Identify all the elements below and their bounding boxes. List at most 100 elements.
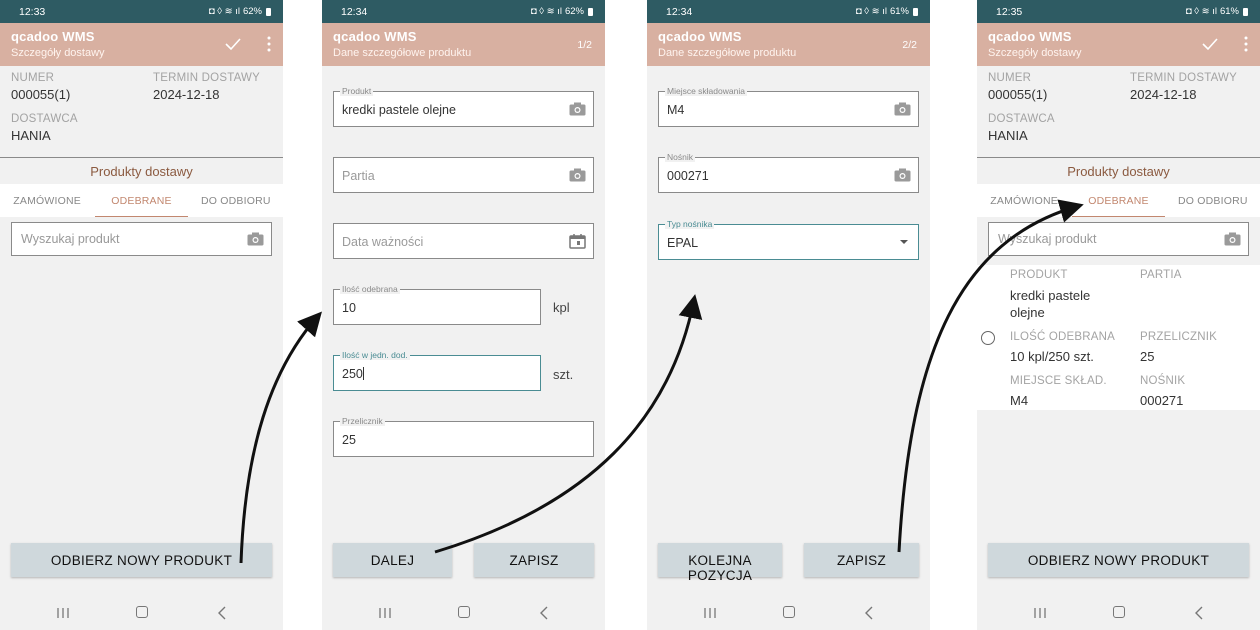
- home-icon[interactable]: [1112, 606, 1125, 618]
- camera-icon[interactable]: [894, 168, 911, 182]
- camera-icon[interactable]: [569, 102, 586, 116]
- search-input[interactable]: Wyszukaj produkt: [11, 222, 272, 256]
- back-icon[interactable]: [217, 606, 227, 620]
- tab-odebrane[interactable]: ODEBRANE: [94, 184, 188, 217]
- ilosc-unit: kpl: [553, 300, 570, 315]
- check-icon[interactable]: [224, 35, 242, 53]
- phone-screen-delivery-details: 12:33 ◘ ◊ ≋ ıl 62% qcadoo WMS Szczegóły …: [0, 0, 283, 630]
- save-button[interactable]: ZAPISZ: [804, 543, 919, 577]
- search-input[interactable]: Wyszukaj produkt: [988, 222, 1249, 256]
- back-icon[interactable]: [1194, 606, 1204, 620]
- typ-nosnika-value: EPAL: [667, 236, 699, 250]
- app-title: qcadoo WMS: [333, 29, 417, 44]
- more-vert-icon[interactable]: [1244, 36, 1248, 52]
- save-button[interactable]: ZAPISZ: [474, 543, 594, 577]
- tab-odebrane[interactable]: ODEBRANE: [1071, 184, 1165, 217]
- data-waznosci-placeholder: Data ważności: [342, 235, 424, 249]
- phone-screen-product-details-1: 12:34 ◘ ◊ ≋ ıl 62% qcadoo WMS Dane szcze…: [322, 0, 605, 630]
- miejsce-skladowania-value: M4: [667, 103, 685, 117]
- dropdown-arrow-icon[interactable]: [900, 240, 908, 244]
- back-icon[interactable]: [864, 606, 874, 620]
- ilosc-odebrana-value: 10: [342, 301, 356, 315]
- ilosc-odebrana-field[interactable]: Ilość odebrana 10: [333, 284, 541, 325]
- przelicznik-field[interactable]: Przelicznik 25: [333, 416, 594, 457]
- more-vert-icon[interactable]: [267, 36, 271, 52]
- home-icon[interactable]: [457, 606, 470, 618]
- camera-icon[interactable]: [569, 168, 586, 182]
- next-item-button[interactable]: KOLEJNA POZYCJA: [658, 543, 782, 583]
- dostawca-label: DOSTAWCA: [11, 113, 78, 125]
- battery-level: 62%: [242, 6, 262, 17]
- typ-nosnika-label: Typ nośnika: [665, 219, 715, 229]
- nosnik-field[interactable]: Nośnik 000271: [658, 152, 919, 193]
- tab-do-odbioru[interactable]: DO ODBIORU: [1166, 184, 1260, 217]
- app-bar: qcadoo WMS Szczegóły dostawy: [977, 23, 1260, 66]
- ilosc-dod-unit: szt.: [553, 367, 574, 382]
- camera-icon[interactable]: [247, 232, 264, 246]
- typ-nosnika-select[interactable]: Typ nośnika EPAL: [658, 219, 919, 260]
- status-time: 12:34: [341, 5, 368, 18]
- status-icons: ◘ ◊ ≋ ıl 62%: [209, 6, 271, 17]
- status-time: 12:35: [996, 5, 1023, 18]
- receive-new-product-button[interactable]: ODBIERZ NOWY PRODUKT: [988, 543, 1249, 577]
- check-icon[interactable]: [1201, 35, 1219, 53]
- recent-apps-icon[interactable]: [56, 607, 70, 619]
- screen-subtitle: Dane szczegółowe produktu: [333, 47, 472, 59]
- battery-level: 61%: [1219, 6, 1239, 17]
- nosnik-value: 000271: [1140, 393, 1184, 408]
- partia-field[interactable]: Partia: [333, 157, 594, 193]
- active-tab-indicator: [1072, 215, 1165, 217]
- camera-icon[interactable]: [1224, 232, 1241, 246]
- step-indicator: 2/2: [902, 39, 917, 51]
- system-nav-bar: [322, 598, 605, 630]
- partia-label: PARTIA: [1140, 269, 1182, 281]
- back-icon[interactable]: [539, 606, 549, 620]
- status-bar: 12:33 ◘ ◊ ≋ ıl 62%: [0, 0, 283, 23]
- dostawca-block: DOSTAWCA HANIA: [988, 113, 1249, 143]
- system-nav-bar: [0, 598, 283, 630]
- status-bar: 12:34 ◘ ◊ ≋ ıl 62%: [322, 0, 605, 23]
- step-indicator: 1/2: [577, 39, 592, 51]
- nosnik-label: Nośnik: [665, 152, 695, 162]
- tab-zamowione[interactable]: ZAMÓWIONE: [0, 184, 94, 217]
- tab-bar: ZAMÓWIONE ODEBRANE DO ODBIORU: [0, 184, 283, 217]
- battery-level: 62%: [564, 6, 584, 17]
- termin-block: TERMIN DOSTAWY 2024-12-18: [1130, 72, 1237, 102]
- received-product-item[interactable]: PRODUKT kredki pastele olejne PARTIA ILO…: [977, 265, 1260, 410]
- przelicznik-value: 25: [1140, 349, 1155, 364]
- miejsce-skladowania-label: Miejsce składowania: [665, 86, 747, 96]
- recent-apps-icon[interactable]: [1033, 607, 1047, 619]
- dostawca-label: DOSTAWCA: [988, 113, 1055, 125]
- tutorial-stage: 12:33 ◘ ◊ ≋ ıl 62% qcadoo WMS Szczegóły …: [0, 0, 1260, 630]
- przelicznik-value: 25: [342, 433, 356, 447]
- data-waznosci-field[interactable]: Data ważności: [333, 223, 594, 259]
- recent-apps-icon[interactable]: [378, 607, 392, 619]
- produkt-label: PRODUKT: [1010, 269, 1068, 281]
- produkt-value-line2: olejne: [1010, 305, 1045, 320]
- home-icon[interactable]: [782, 606, 795, 618]
- app-title: qcadoo WMS: [658, 29, 742, 44]
- system-nav-bar: [977, 598, 1260, 630]
- partia-placeholder: Partia: [342, 169, 375, 183]
- produkt-field[interactable]: Produkt kredki pastele olejne: [333, 86, 594, 127]
- battery-icon: [913, 7, 918, 16]
- ilosc-jedn-dod-field[interactable]: Ilość w jedn. dod. 250: [333, 350, 541, 391]
- home-icon[interactable]: [135, 606, 148, 618]
- item-select-radio[interactable]: [981, 331, 995, 345]
- dostawca-value: HANIA: [11, 128, 51, 143]
- tab-do-odbioru[interactable]: DO ODBIORU: [189, 184, 283, 217]
- recent-apps-icon[interactable]: [703, 607, 717, 619]
- receive-new-product-button[interactable]: ODBIERZ NOWY PRODUKT: [11, 543, 272, 577]
- tab-zamowione[interactable]: ZAMÓWIONE: [977, 184, 1071, 217]
- calendar-icon[interactable]: [569, 233, 586, 249]
- next-button[interactable]: DALEJ: [333, 543, 452, 577]
- signal-icons: ◘ ◊ ≋ ıl: [1185, 6, 1217, 17]
- miejsce-skladowania-field[interactable]: Miejsce składowania M4: [658, 86, 919, 127]
- termin-label: TERMIN DOSTAWY: [1130, 72, 1237, 84]
- nosnik-value: 000271: [667, 169, 709, 183]
- app-bar: qcadoo WMS Dane szczegółowe produktu 2/2: [647, 23, 930, 66]
- text-cursor: [362, 367, 364, 380]
- ilosc-odebrana-label: Ilość odebrana: [340, 284, 400, 294]
- camera-icon[interactable]: [894, 102, 911, 116]
- search-placeholder: Wyszukaj produkt: [21, 232, 120, 246]
